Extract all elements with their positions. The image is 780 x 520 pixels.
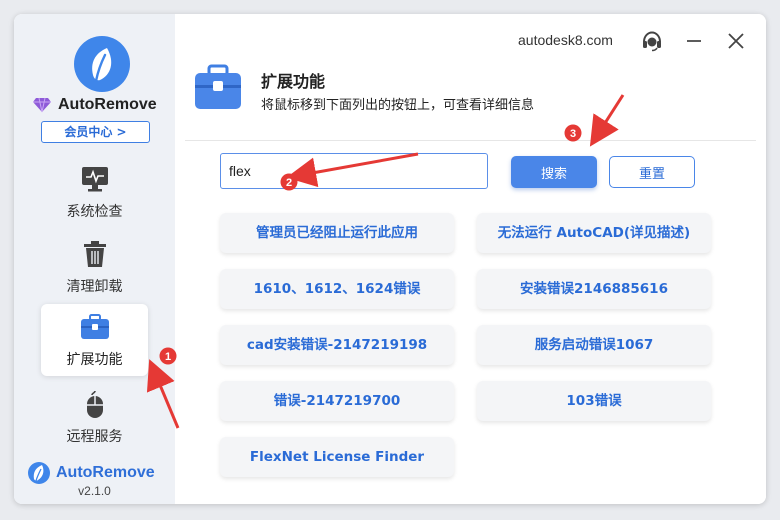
issue-button-admin-blocked[interactable]: 管理员已经阻止运行此应用 (220, 213, 454, 253)
brand-row: AutoRemove (32, 94, 172, 116)
minimize-icon[interactable] (683, 30, 705, 52)
search-input[interactable] (220, 153, 488, 189)
sidebar-item-label: 系统检查 (66, 204, 123, 220)
reset-button[interactable]: 重置 (609, 156, 695, 188)
toolbox-icon (193, 64, 243, 112)
sidebar-item-remote[interactable]: 远程服务 (41, 381, 148, 453)
issue-button-service-error-1067[interactable]: 服务启动错误1067 (477, 325, 711, 365)
brand-name: AutoRemove (58, 96, 157, 113)
issue-button-install-error-2146885616[interactable]: 安装错误2146885616 (477, 269, 711, 309)
site-link[interactable]: autodesk8.com (518, 32, 613, 48)
issue-button-error-103[interactable]: 103错误 (477, 381, 711, 421)
page-subtitle: 将鼠标移到下面列出的按钮上，可查看详细信息 (261, 98, 535, 113)
sidebar-item-label: 扩展功能 (66, 352, 123, 368)
sidebar-item-system-check[interactable]: 系统检查 (41, 156, 148, 228)
member-center-button[interactable]: 会员中心 > (41, 121, 150, 143)
toolbox-icon (80, 312, 110, 342)
app-version: v2.1.0 (78, 484, 111, 498)
issue-button-error-2147219700[interactable]: 错误-2147219700 (220, 381, 454, 421)
monitor-icon (80, 164, 110, 194)
issue-button-cad-install-error[interactable]: cad安装错误-2147219198 (220, 325, 454, 365)
sidebar-item-label: 远程服务 (66, 429, 123, 445)
sidebar-item-label: 清理卸载 (66, 279, 123, 295)
main-panel: autodesk8.com 扩展功能 将鼠标移到下面列出的按钮上，可查看详细信息… (175, 14, 766, 504)
sidebar: AutoRemove 会员中心 > 系统检查 清理卸载 扩展功能 远程服务 Au… (14, 14, 175, 504)
issue-button-flexnet-license-finder[interactable]: FlexNet License Finder (220, 437, 454, 477)
vip-diamond-icon (33, 97, 51, 113)
mouse-icon (80, 389, 110, 419)
footer-brand-name: AutoRemove (56, 464, 155, 481)
app-window: AutoRemove 会员中心 > 系统检查 清理卸载 扩展功能 远程服务 Au… (14, 14, 766, 504)
issue-button-cannot-run-autocad[interactable]: 无法运行 AutoCAD(详见描述) (477, 213, 711, 253)
header-divider (185, 140, 756, 141)
leaf-logo-icon (28, 462, 50, 484)
app-logo (74, 36, 130, 92)
sidebar-item-extensions[interactable]: 扩展功能 (41, 304, 148, 376)
page-title: 扩展功能 (261, 72, 326, 91)
trash-icon (80, 239, 110, 269)
search-button[interactable]: 搜索 (511, 156, 597, 188)
sidebar-item-cleanup[interactable]: 清理卸载 (41, 231, 148, 303)
leaf-logo-icon (92, 48, 112, 83)
close-icon[interactable] (725, 30, 747, 52)
footer-brand: AutoRemove (28, 462, 168, 484)
issue-button-error-1610[interactable]: 1610、1612、1624错误 (220, 269, 454, 309)
support-headset-icon[interactable] (641, 30, 663, 52)
